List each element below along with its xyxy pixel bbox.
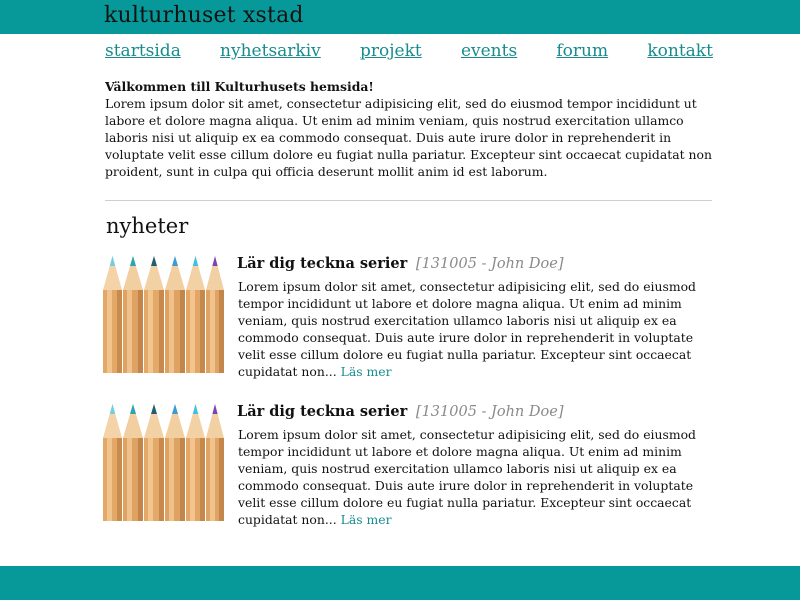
colored-pencils-image [103, 400, 224, 521]
news-item-meta: [131005 - John Doe] [415, 404, 564, 420]
news-item-header: Lär dig teckna serier [131005 - John Doe… [237, 254, 563, 274]
nav-link-projekt[interactable]: projekt [360, 41, 422, 61]
nav-link-forum[interactable]: forum [556, 41, 608, 61]
main-navigation: startsida nyhetsarkiv projekt events for… [105, 41, 713, 65]
news-item-text: Lorem ipsum dolor sit amet, consectetur … [238, 427, 696, 527]
nav-link-events[interactable]: events [461, 41, 517, 61]
news-section-title: nyheter [106, 214, 189, 238]
header-bar: kulturhuset xstad [0, 0, 800, 34]
news-item-meta: [131005 - John Doe] [415, 256, 564, 272]
news-item-title[interactable]: Lär dig teckna serier [237, 255, 407, 272]
nav-link-nyhetsarkiv[interactable]: nyhetsarkiv [220, 41, 321, 61]
site-title: kulturhuset xstad [104, 3, 304, 28]
news-item-header: Lär dig teckna serier [131005 - John Doe… [237, 402, 563, 422]
nav-link-startsida[interactable]: startsida [105, 41, 181, 61]
welcome-text: Lorem ipsum dolor sit amet, consectetur … [105, 95, 712, 179]
colored-pencils-image [103, 252, 224, 373]
nav-link-kontakt[interactable]: kontakt [647, 41, 713, 61]
news-item: Lär dig teckna serier [131005 - John Doe… [103, 400, 723, 527]
welcome-section: Välkommen till Kulturhusets hemsida! Lor… [105, 79, 717, 180]
news-item: Lär dig teckna serier [131005 - John Doe… [103, 252, 723, 379]
news-item-text: Lorem ipsum dolor sit amet, consectetur … [238, 279, 696, 379]
footer-bar [0, 566, 800, 600]
news-item-body: Lorem ipsum dolor sit amet, consectetur … [238, 427, 722, 528]
news-item-title[interactable]: Lär dig teckna serier [237, 403, 407, 420]
section-divider [105, 200, 712, 201]
read-more-link[interactable]: Läs mer [341, 512, 392, 527]
read-more-link[interactable]: Läs mer [341, 364, 392, 379]
news-item-body: Lorem ipsum dolor sit amet, consectetur … [238, 279, 722, 380]
welcome-heading: Välkommen till Kulturhusets hemsida! [105, 79, 374, 94]
